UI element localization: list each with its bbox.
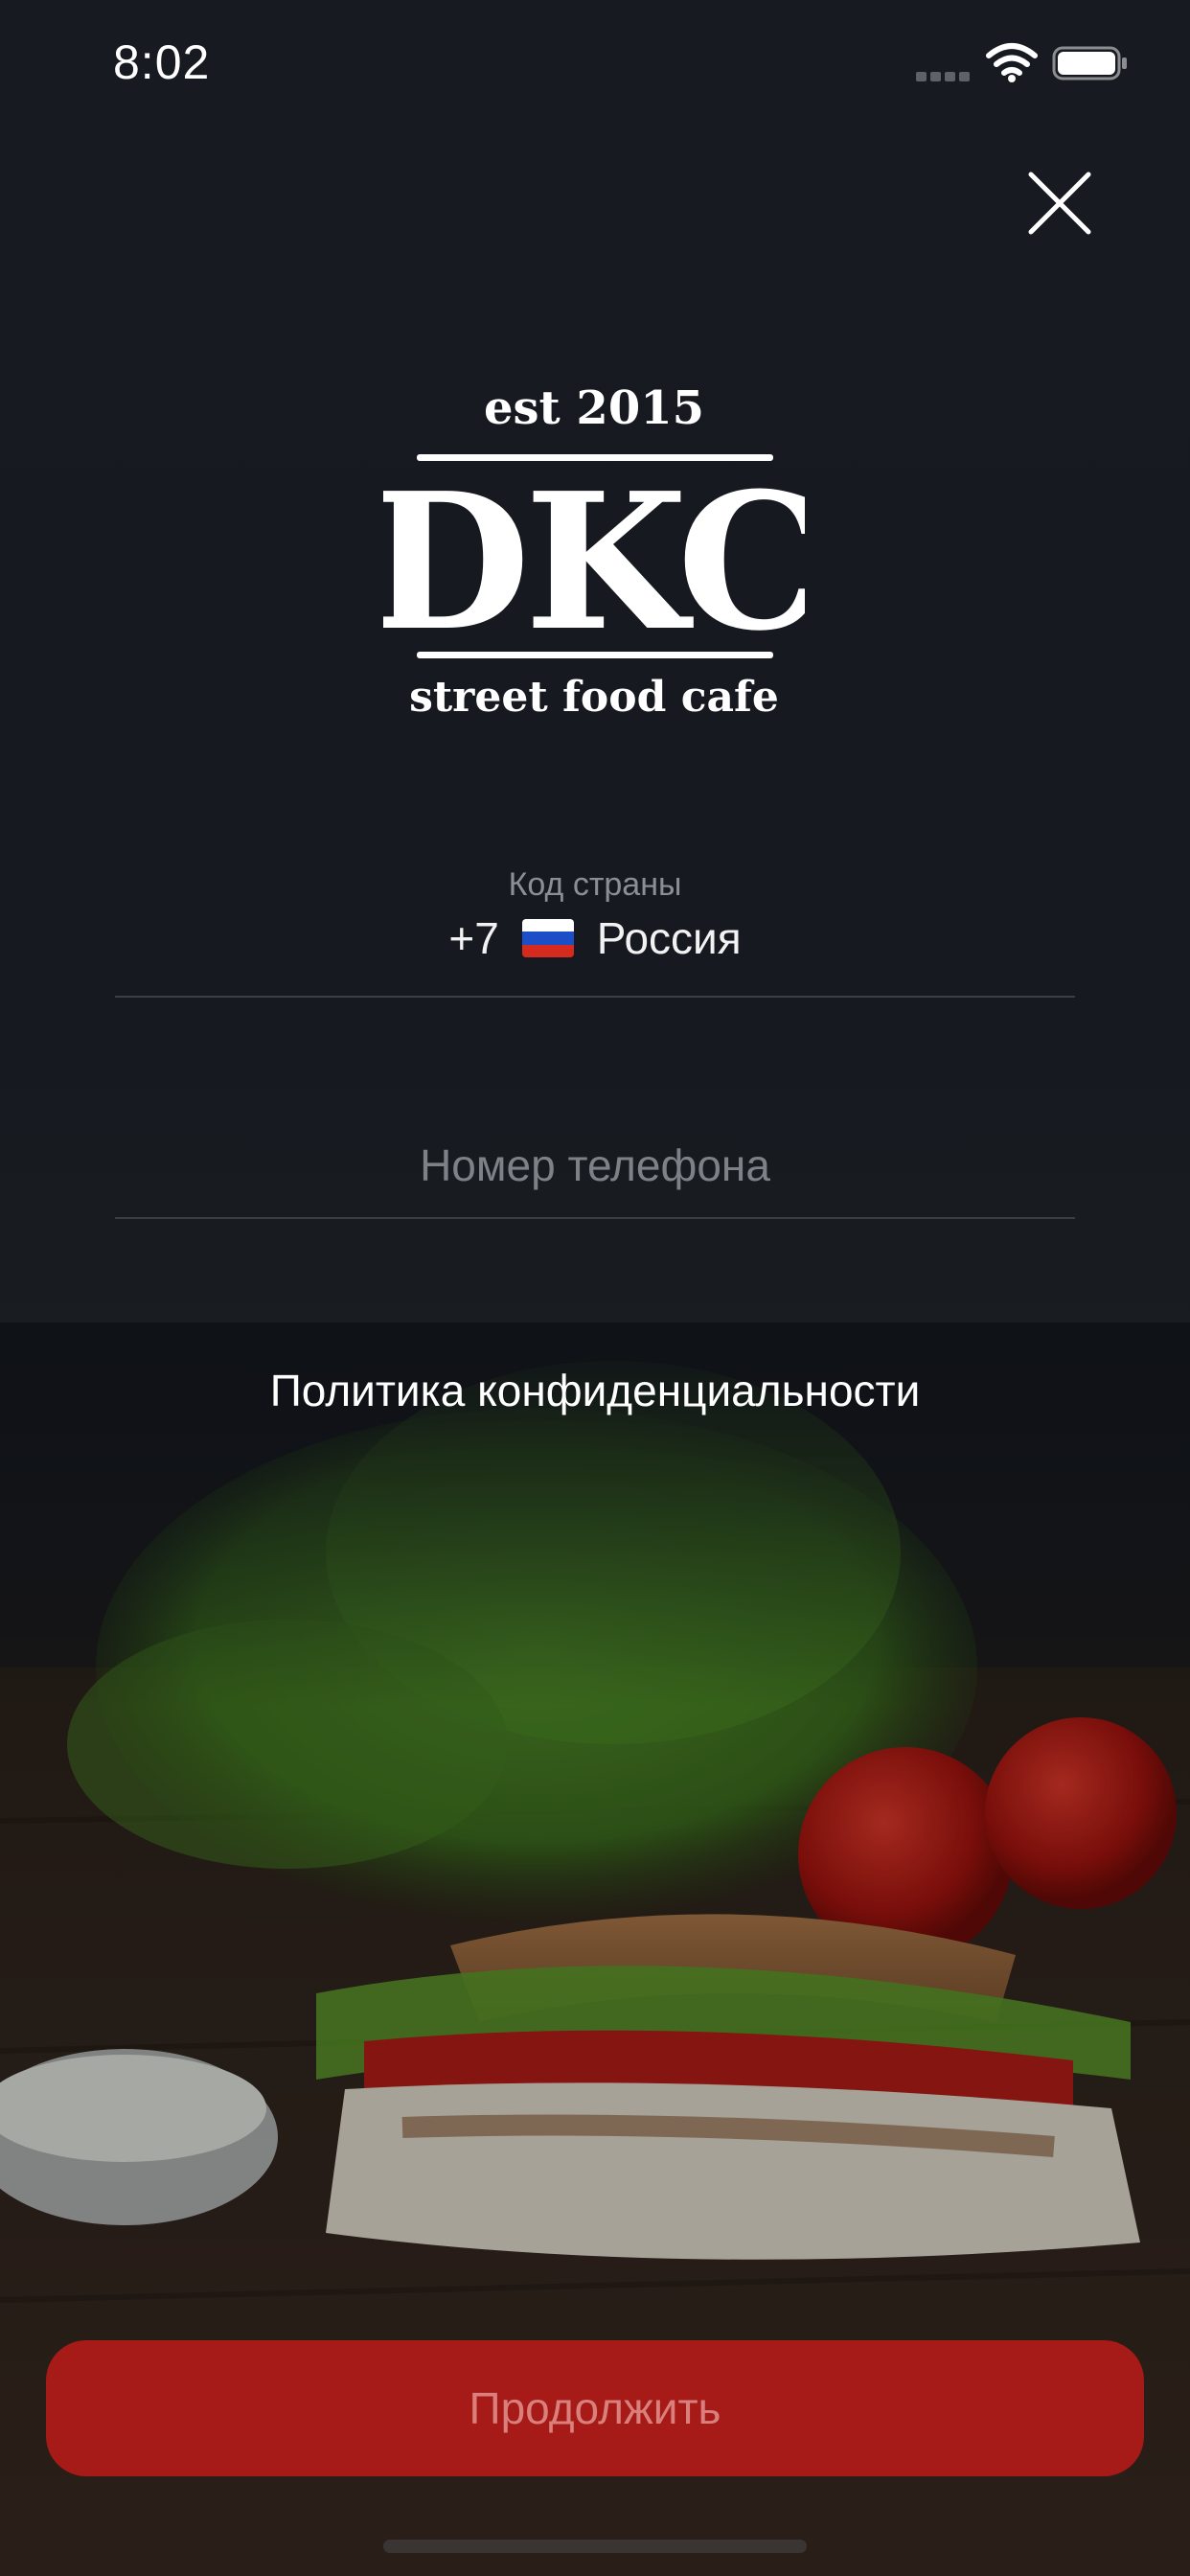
- close-button[interactable]: [1016, 159, 1104, 247]
- status-time: 8:02: [113, 35, 211, 89]
- country-code-label: Код страны: [508, 866, 682, 903]
- country-name: Россия: [596, 913, 742, 963]
- svg-text:DKC: DKC: [383, 452, 805, 673]
- wifi-icon: [986, 43, 1038, 82]
- privacy-policy-link[interactable]: Политика конфиденциальности: [0, 1365, 1190, 1416]
- continue-button[interactable]: Продолжить: [46, 2340, 1144, 2476]
- login-screen: 8:02 est 2015 DKC street food cafe Код с…: [0, 0, 1190, 2576]
- svg-text:est 2015: est 2015: [484, 381, 704, 435]
- phone-number-input[interactable]: [115, 1131, 1075, 1200]
- phone-divider: [115, 1217, 1075, 1219]
- country-code-selector[interactable]: +7 Россия: [0, 912, 1190, 964]
- home-indicator: [383, 2540, 807, 2553]
- close-icon: [1028, 172, 1091, 235]
- russia-flag-icon: [521, 919, 574, 957]
- country-divider: [115, 996, 1075, 998]
- dkc-logo: est 2015 DKC street food cafe: [383, 381, 805, 722]
- svg-text:street food cafe: street food cafe: [409, 673, 779, 722]
- signal-icon: [916, 72, 970, 81]
- battery-icon: [1052, 46, 1127, 80]
- country-code: +7: [448, 913, 499, 963]
